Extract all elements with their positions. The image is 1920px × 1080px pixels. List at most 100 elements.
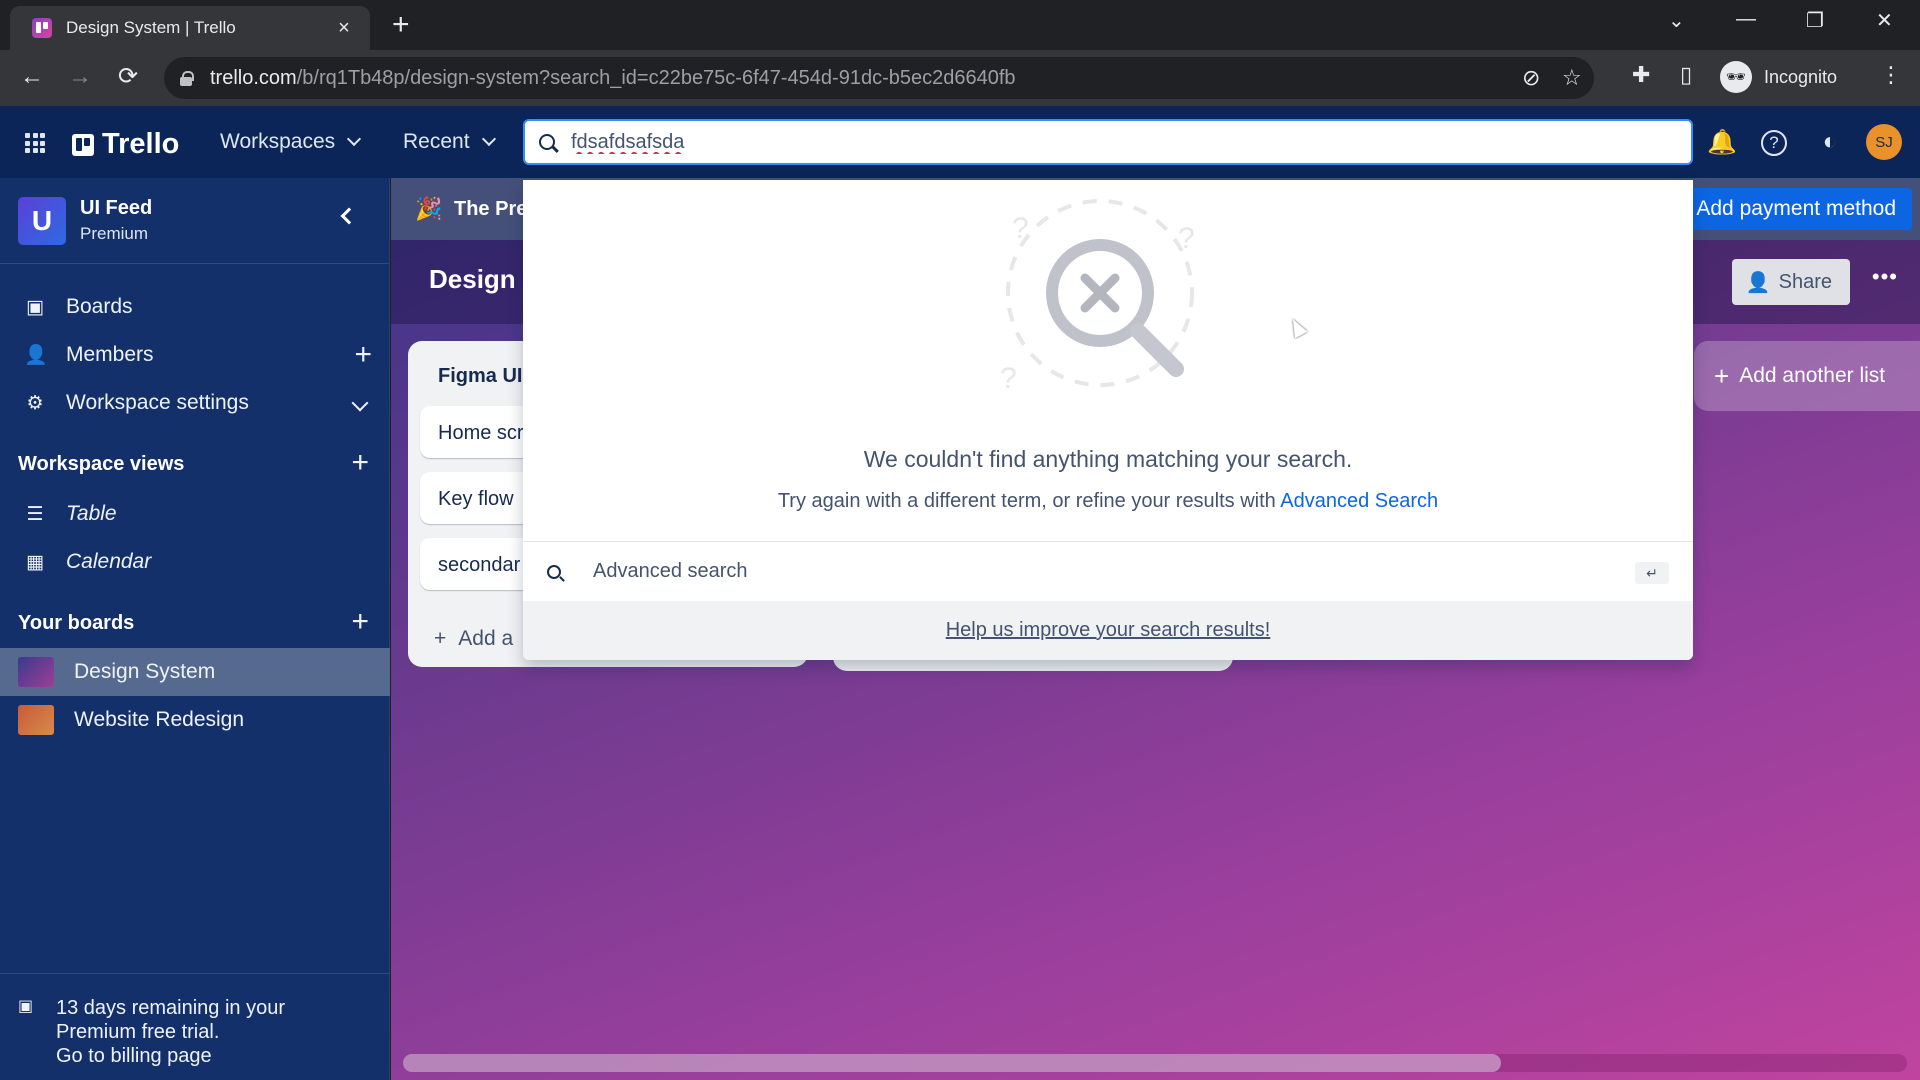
trial-line-1: 13 days remaining in your	[56, 997, 286, 1019]
bookmark-star-icon[interactable]: ☆	[1562, 65, 1582, 91]
sidebar-item-table[interactable]: ☰ Table	[0, 492, 390, 536]
browser-menu-icon[interactable]: ⋮	[1880, 62, 1902, 88]
incognito-icon: 🕶	[1720, 61, 1752, 93]
search-input[interactable]	[571, 130, 1371, 154]
search-icon	[547, 564, 561, 579]
calendar-icon: ▦	[26, 551, 44, 573]
sidebar-item-label: Table	[66, 502, 117, 525]
more-options-icon[interactable]: •••	[1872, 264, 1898, 290]
extensions-icon[interactable]: ✚	[1632, 62, 1650, 88]
advanced-search-link[interactable]: Advanced Search	[1280, 490, 1438, 512]
lock-icon	[180, 71, 194, 86]
help-icon[interactable]: ?	[1761, 130, 1787, 156]
reload-button[interactable]: ⟳	[112, 62, 144, 92]
tab-search-icon[interactable]: ⌄	[1668, 8, 1685, 33]
svg-text:?: ?	[1012, 212, 1029, 245]
minimize-button[interactable]: —	[1736, 8, 1756, 31]
search-feedback-link[interactable]: Help us improve your search results!	[946, 619, 1271, 641]
no-results-magnifier-icon: ? ? ?	[1000, 199, 1195, 395]
workspace-sidebar: U UI Feed Premium ▣ Boards 👤 Members + ⚙…	[0, 178, 390, 1080]
workspaces-menu[interactable]: Workspaces	[220, 130, 362, 154]
trello-logo[interactable]: Trello	[72, 128, 179, 161]
share-button[interactable]: 👤 Share	[1731, 259, 1850, 305]
notifications-icon[interactable]: 🔔	[1707, 128, 1737, 157]
trial-line-2: Premium free trial.	[56, 1021, 220, 1043]
sidebar-board-website-redesign[interactable]: Website Redesign	[0, 696, 390, 744]
incognito-profile[interactable]: 🕶 Incognito	[1720, 56, 1837, 98]
add-view-icon[interactable]: +	[351, 448, 369, 478]
banner-text: The Pre	[454, 198, 528, 220]
sidebar-item-calendar[interactable]: ▦ Calendar	[0, 540, 390, 584]
recent-menu[interactable]: Recent	[403, 130, 496, 154]
url-host: trello.com	[210, 66, 297, 89]
browser-tab[interactable]: Design System | Trello ×	[10, 6, 370, 50]
new-tab-button[interactable]: +	[392, 10, 410, 40]
horizontal-scrollbar[interactable]	[403, 1054, 1907, 1072]
no-results-subtitle: Try again with a different term, or refi…	[523, 490, 1693, 513]
party-popper-icon: 🎉	[415, 196, 443, 221]
add-payment-method-button[interactable]: Add payment method	[1680, 188, 1912, 230]
trial-notice: ▣ 13 days remaining in your Premium free…	[0, 973, 390, 1080]
sidebar-item-label: Workspace settings	[66, 391, 249, 414]
add-member-icon[interactable]: +	[354, 340, 372, 370]
svg-text:?: ?	[1178, 222, 1195, 255]
close-window-button[interactable]: ✕	[1876, 8, 1893, 33]
list-title[interactable]: Figma UI	[438, 365, 522, 388]
url-path: /b/rq1Tb48p/design-system?search_id=c22b…	[296, 66, 1016, 89]
trello-header: Trello Workspaces Recent 🔔 ? ◐ SJ	[0, 106, 1920, 178]
workspaces-label: Workspaces	[220, 130, 336, 153]
trello-logo-icon	[72, 133, 94, 156]
advanced-search-option[interactable]: Advanced search ↵	[523, 541, 1693, 601]
address-bar[interactable]: trello.com/b/rq1Tb48p/design-system?sear…	[164, 57, 1594, 99]
workspace-header: U UI Feed Premium	[0, 178, 389, 264]
sidebar-board-design-system[interactable]: Design System	[0, 648, 390, 696]
theme-toggle-icon[interactable]: ◐	[1815, 128, 1845, 156]
board-thumbnail	[18, 705, 54, 735]
board-name: Design System	[74, 660, 216, 683]
plus-icon: +	[1714, 360, 1730, 391]
no-results-hint: Try again with a different term, or refi…	[777, 490, 1276, 512]
briefcase-icon: ▣	[18, 998, 34, 1015]
browser-toolbar: ← → ⟳ trello.com/b/rq1Tb48p/design-syste…	[0, 50, 1920, 106]
search-box[interactable]	[523, 119, 1693, 165]
recent-label: Recent	[403, 130, 470, 153]
your-boards-heading: Your boards	[18, 612, 135, 634]
sidebar-item-boards[interactable]: ▣ Boards	[0, 285, 390, 329]
add-person-icon: 👤	[1745, 271, 1771, 294]
sidebar-item-workspace-settings[interactable]: ⚙ Workspace settings	[0, 381, 390, 425]
browser-tabstrip: Design System | Trello × + ⌄ — ❐ ✕	[0, 0, 1920, 50]
close-tab-icon[interactable]: ×	[332, 17, 356, 40]
scrollbar-thumb[interactable]	[403, 1054, 1501, 1072]
no-results-title: We couldn't find anything matching your …	[863, 446, 1353, 472]
chevron-down-icon[interactable]	[351, 394, 369, 412]
sidebar-item-members[interactable]: 👤 Members +	[0, 333, 390, 377]
enter-key-icon: ↵	[1635, 562, 1669, 584]
user-avatar[interactable]: SJ	[1866, 124, 1902, 160]
plus-icon: +	[434, 627, 447, 650]
table-icon: ☰	[26, 503, 44, 525]
eye-off-icon[interactable]: ⊘	[1522, 65, 1540, 91]
workspace-views-heading: Workspace views	[18, 453, 185, 475]
side-panel-icon[interactable]: ▯	[1680, 62, 1692, 88]
back-button[interactable]: ←	[16, 62, 48, 92]
app-switcher-icon[interactable]	[25, 133, 45, 153]
chevron-down-icon	[347, 131, 362, 147]
add-card-button[interactable]: + Add a	[434, 627, 513, 651]
add-list-label: Add another list	[1739, 364, 1886, 387]
svg-text:?: ?	[1000, 362, 1017, 395]
collapse-sidebar-icon[interactable]	[340, 207, 358, 225]
sidebar-item-label: Boards	[66, 295, 133, 318]
billing-link[interactable]: Go to billing page	[56, 1044, 285, 1068]
incognito-label: Incognito	[1764, 66, 1838, 87]
board-title[interactable]: Design	[429, 264, 516, 295]
add-board-icon[interactable]: +	[351, 607, 369, 637]
chevron-down-icon	[481, 131, 496, 147]
member-icon: 👤	[24, 345, 48, 366]
search-icon	[539, 134, 555, 150]
add-another-list-button[interactable]: + Add another list	[1694, 341, 1920, 411]
url-text: trello.com/b/rq1Tb48p/design-system?sear…	[210, 67, 1016, 90]
forward-button[interactable]: →	[64, 62, 96, 92]
restore-button[interactable]: ❐	[1806, 8, 1824, 33]
share-label: Share	[1778, 270, 1832, 293]
advanced-search-label: Advanced search	[593, 560, 748, 582]
